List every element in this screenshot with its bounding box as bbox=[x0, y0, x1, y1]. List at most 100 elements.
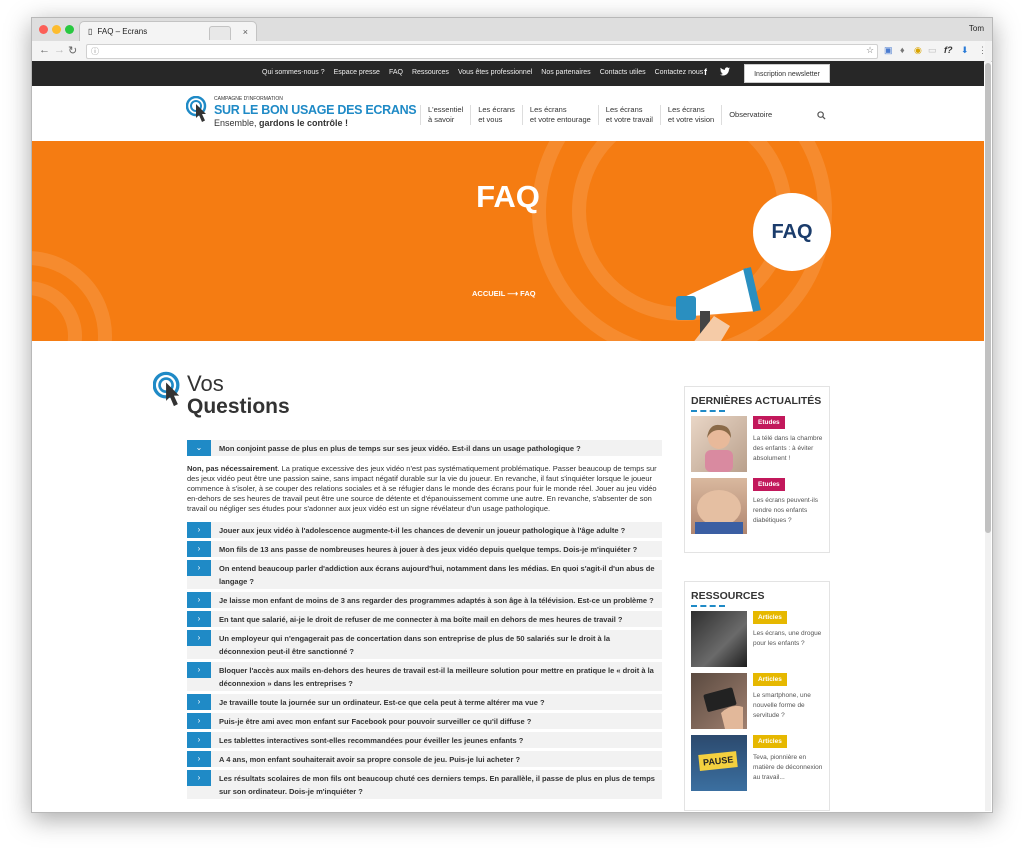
topbar-link[interactable]: Qui sommes-nous ? bbox=[262, 69, 325, 76]
chevron-right-icon[interactable]: › bbox=[187, 630, 211, 646]
nav-item-travail[interactable]: Les écrans et votre travail bbox=[597, 105, 660, 125]
download-icon[interactable]: ⬇ bbox=[961, 45, 969, 56]
minimize-window-button[interactable] bbox=[52, 25, 61, 34]
breadcrumb-home[interactable]: ACCUEIL bbox=[472, 289, 505, 298]
category-badge[interactable]: Articles bbox=[753, 611, 787, 624]
news-text[interactable]: Les écrans peuvent-ils rendre nos enfant… bbox=[753, 496, 827, 526]
child-photo[interactable] bbox=[691, 416, 747, 472]
reload-icon[interactable]: ↻ bbox=[68, 44, 77, 57]
close-window-button[interactable] bbox=[39, 25, 48, 34]
chevron-right-icon[interactable]: › bbox=[187, 541, 211, 557]
arrow-right-icon: ⟶ bbox=[507, 289, 519, 298]
topbar-link[interactable]: Nos partenaires bbox=[541, 69, 590, 76]
tab-title: FAQ – Ecrans bbox=[97, 27, 148, 36]
extension-icon[interactable]: ▭ bbox=[928, 45, 937, 56]
chevron-right-icon[interactable]: › bbox=[187, 751, 211, 767]
extension-icon[interactable]: ▣ bbox=[884, 45, 893, 56]
main-content: Vos Questions ⌄ Mon conjoint passe de pl… bbox=[32, 41, 991, 812]
topbar-link[interactable]: Vous êtes professionnel bbox=[458, 69, 532, 76]
resource-text[interactable]: Le smartphone, une nouvelle forme de ser… bbox=[753, 691, 827, 721]
chevron-right-icon[interactable]: › bbox=[187, 713, 211, 729]
faq-question-open[interactable]: ⌄ Mon conjoint passe de plus en plus de … bbox=[187, 440, 662, 456]
chevron-right-icon[interactable]: › bbox=[187, 560, 211, 576]
faq-question[interactable]: › A 4 ans, mon enfant souhaiterait avoir … bbox=[187, 751, 662, 767]
logo-title: SUR LE BON USAGE DES ECRANS bbox=[214, 103, 417, 117]
topbar-link[interactable]: FAQ bbox=[389, 69, 403, 76]
extension-icon[interactable]: ◉ bbox=[914, 45, 922, 56]
topbar-link[interactable]: Espace presse bbox=[334, 69, 380, 76]
page-icon: ▯ bbox=[88, 27, 93, 36]
extension-icon[interactable]: f? bbox=[944, 45, 953, 55]
logo-tagline: CAMPAGNE D'INFORMATION bbox=[214, 96, 283, 102]
faq-question[interactable]: › Les tablettes interactives sont-elles r… bbox=[187, 732, 662, 748]
extension-icon[interactable]: ♦ bbox=[900, 45, 905, 55]
twitter-icon[interactable] bbox=[720, 67, 730, 78]
resources-title: RESSOURCES bbox=[691, 590, 765, 602]
faq-question[interactable]: › Mon fils de 13 ans passe de nombreuses … bbox=[187, 541, 662, 557]
facebook-icon[interactable]: f bbox=[704, 67, 707, 77]
chevron-right-icon[interactable]: › bbox=[187, 694, 211, 710]
category-badge[interactable]: Articles bbox=[753, 735, 787, 748]
faq-question[interactable]: › On entend beaucoup parler d'addiction a… bbox=[187, 560, 662, 589]
news-text[interactable]: La télé dans la chambre des enfants : à … bbox=[753, 434, 827, 464]
faq-question[interactable]: › Jouer aux jeux vidéo à l'adolescence au… bbox=[187, 522, 662, 538]
resource-photo[interactable] bbox=[691, 611, 747, 667]
bookmark-star-icon[interactable]: ☆ bbox=[866, 45, 874, 56]
faq-question-text: On entend beaucoup parler d'addiction au… bbox=[219, 564, 655, 586]
pause-photo[interactable]: PAUSE bbox=[691, 735, 747, 791]
chevron-right-icon[interactable]: › bbox=[187, 770, 211, 786]
nav-item-vision[interactable]: Les écrans et votre vision bbox=[659, 105, 721, 125]
faq-question[interactable]: › Je travaille toute la journée sur un or… bbox=[187, 694, 662, 710]
faq-question-text: Mon conjoint passe de plus en plus de te… bbox=[219, 444, 581, 453]
tab-close-icon[interactable]: × bbox=[243, 27, 248, 37]
chevron-right-icon[interactable]: › bbox=[187, 611, 211, 627]
forward-icon[interactable]: → bbox=[54, 44, 65, 56]
nav-item-essentiel[interactable]: L'essentiel à savoir bbox=[420, 105, 470, 125]
faq-question-text: Jouer aux jeux vidéo à l'adolescence aug… bbox=[219, 526, 626, 535]
resource-card[interactable]: Articles Les écrans, une drogue pour les… bbox=[685, 611, 829, 673]
faq-question-text: Un employeur qui n'engagerait pas de con… bbox=[219, 634, 611, 656]
logo-subtitle: Ensemble, gardons le contrôle ! bbox=[214, 118, 349, 128]
url-field[interactable]: ⓘ bbox=[86, 44, 878, 59]
back-icon[interactable]: ← bbox=[39, 44, 50, 56]
breadcrumb: ACCUEIL ⟶ FAQ bbox=[472, 289, 536, 298]
chevron-right-icon[interactable]: › bbox=[187, 732, 211, 748]
profile-name[interactable]: Tom bbox=[969, 24, 984, 33]
faq-question[interactable]: › Les résultats scolaires de mon fils ont… bbox=[187, 770, 662, 799]
nav-item-entourage[interactable]: Les écrans et votre entourage bbox=[521, 105, 598, 125]
resource-text[interactable]: Teva, pionnière en matière de déconnexio… bbox=[753, 753, 827, 783]
chevron-right-icon[interactable]: › bbox=[187, 662, 211, 678]
faq-question[interactable]: › Un employeur qui n'engagerait pas de co… bbox=[187, 630, 662, 659]
topbar-link[interactable]: Contacts utiles bbox=[600, 69, 646, 76]
new-tab-button[interactable] bbox=[209, 26, 231, 40]
resource-text[interactable]: Les écrans, une drogue pour les enfants … bbox=[753, 629, 827, 649]
resource-card[interactable]: PAUSE Articles Teva, pionnière en matièr… bbox=[685, 735, 829, 797]
topbar-link[interactable]: Contactez nous bbox=[655, 69, 704, 76]
scrollbar-thumb[interactable] bbox=[985, 63, 991, 533]
pointer-icon bbox=[153, 371, 180, 407]
newsletter-button[interactable]: Inscription newsletter bbox=[744, 64, 830, 83]
zoom-window-button[interactable] bbox=[65, 25, 74, 34]
category-badge[interactable]: Articles bbox=[753, 673, 787, 686]
belly-photo[interactable] bbox=[691, 478, 747, 534]
chevron-down-icon[interactable]: ⌄ bbox=[187, 440, 211, 456]
resource-card[interactable]: Articles Le smartphone, une nouvelle for… bbox=[685, 673, 829, 735]
faq-question[interactable]: › Je laisse mon enfant de moins de 3 ans … bbox=[187, 592, 662, 608]
chevron-right-icon[interactable]: › bbox=[187, 522, 211, 538]
site-topbar: Qui sommes-nous ? Espace presse FAQ Ress… bbox=[32, 61, 984, 86]
faq-question[interactable]: › Puis-je être ami avec mon enfant sur Fa… bbox=[187, 713, 662, 729]
resources-box: RESSOURCES Articles Les écrans, une drog… bbox=[684, 581, 830, 811]
news-card[interactable]: Etudes La télé dans la chambre des enfan… bbox=[685, 416, 829, 478]
nav-item-observatoire[interactable]: Observatoire bbox=[721, 105, 779, 125]
chevron-right-icon[interactable]: › bbox=[187, 592, 211, 608]
phone-photo[interactable] bbox=[691, 673, 747, 729]
search-icon[interactable] bbox=[817, 111, 826, 122]
category-badge[interactable]: Etudes bbox=[753, 416, 785, 429]
faq-question[interactable]: › En tant que salarié, ai-je le droit de … bbox=[187, 611, 662, 627]
category-badge[interactable]: Etudes bbox=[753, 478, 785, 491]
faq-question[interactable]: › Bloquer l'accès aux mails en-dehors des… bbox=[187, 662, 662, 691]
info-icon[interactable]: ⓘ bbox=[91, 47, 99, 56]
nav-item-vous[interactable]: Les écrans et vous bbox=[470, 105, 522, 125]
topbar-link[interactable]: Ressources bbox=[412, 69, 449, 76]
news-card[interactable]: Etudes Les écrans peuvent-ils rendre nos… bbox=[685, 478, 829, 540]
